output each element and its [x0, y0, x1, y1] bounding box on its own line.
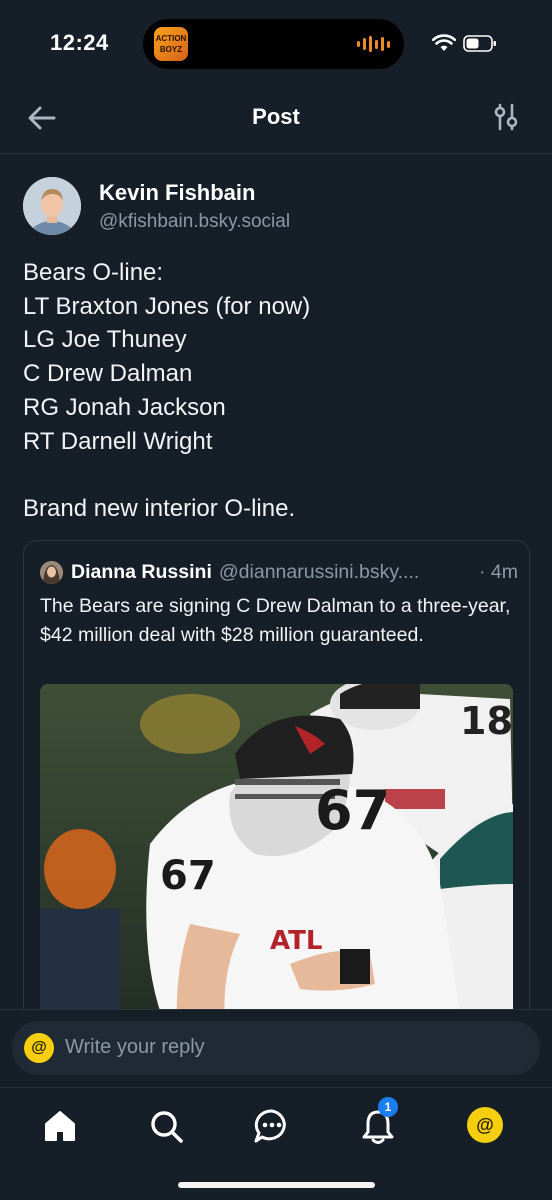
notification-badge: 1 — [378, 1097, 398, 1117]
quote-timestamp: · 4m — [479, 561, 518, 583]
reply-placeholder[interactable]: Write your reply — [65, 1036, 205, 1059]
svg-text:18: 18 — [460, 699, 513, 743]
chat-icon[interactable] — [252, 1106, 292, 1146]
post-line: RG Jonah Jackson — [23, 393, 226, 421]
home-indicator — [178, 1182, 375, 1188]
reply-input[interactable]: @ Write your reply — [12, 1021, 540, 1075]
post-line: Brand new interior O-line. — [23, 494, 296, 522]
post-line: RT Darnell Wright — [23, 427, 213, 455]
author-name[interactable]: Kevin Fishbain — [99, 180, 255, 206]
svg-text:ATL: ATL — [270, 926, 322, 956]
quote-avatar-photo — [40, 561, 63, 584]
post-line: C Drew Dalman — [23, 360, 193, 388]
svg-text:67: 67 — [315, 779, 390, 842]
quote-body: The Bears are signing C Drew Dalman to a… — [40, 595, 511, 646]
avatar[interactable]: @ — [467, 1107, 503, 1143]
post-line: LT Braxton Jones (for now) — [23, 292, 311, 320]
quote-meta: Dianna Russini @diannarussini.bsky.... ·… — [71, 561, 518, 584]
reply-bar: @ Write your reply — [0, 1009, 552, 1087]
island-app-icon: ACTION BOYZ — [154, 27, 188, 61]
audio-wave-icon — [357, 35, 390, 53]
quoted-post[interactable]: Dianna Russini @diannarussini.bsky.... ·… — [23, 540, 530, 1060]
post-line: Bears O-line: — [23, 259, 164, 286]
post-line: LG Joe Thuney — [23, 326, 187, 354]
island-app-label: ACTION BOYZ — [155, 34, 187, 54]
svg-text:67: 67 — [160, 853, 216, 899]
quote-author-handle[interactable]: @diannarussini.bsky.... — [219, 561, 471, 584]
notifications-button[interactable]: 1 — [358, 1097, 398, 1146]
quote-author-name[interactable]: Dianna Russini — [71, 561, 212, 584]
post-body: Bears O-line: LT Braxton Jones (for now)… — [23, 256, 528, 526]
wifi-icon — [432, 34, 456, 51]
author-avatar[interactable] — [23, 177, 81, 235]
post-header: Post — [0, 88, 552, 154]
dynamic-island: ACTION BOYZ — [143, 19, 404, 69]
page-title: Post — [252, 104, 300, 129]
status-bar: 12:24 ACTION BOYZ — [0, 0, 552, 88]
quote-image[interactable]: 18 67 67 ATL — [40, 684, 513, 1059]
post-line — [23, 458, 528, 492]
quote-author-avatar[interactable] — [40, 561, 63, 584]
search-icon[interactable] — [146, 1106, 186, 1146]
avatar-photo — [23, 177, 81, 235]
reply-avatar: @ — [24, 1033, 54, 1063]
home-icon[interactable] — [40, 1106, 80, 1146]
football-photo: 18 67 67 ATL — [40, 684, 513, 1059]
sliders-icon[interactable] — [492, 102, 520, 132]
author-handle[interactable]: @kfishbain.bsky.social — [99, 211, 290, 233]
battery-icon — [463, 35, 496, 52]
status-time: 12:24 — [50, 30, 109, 55]
